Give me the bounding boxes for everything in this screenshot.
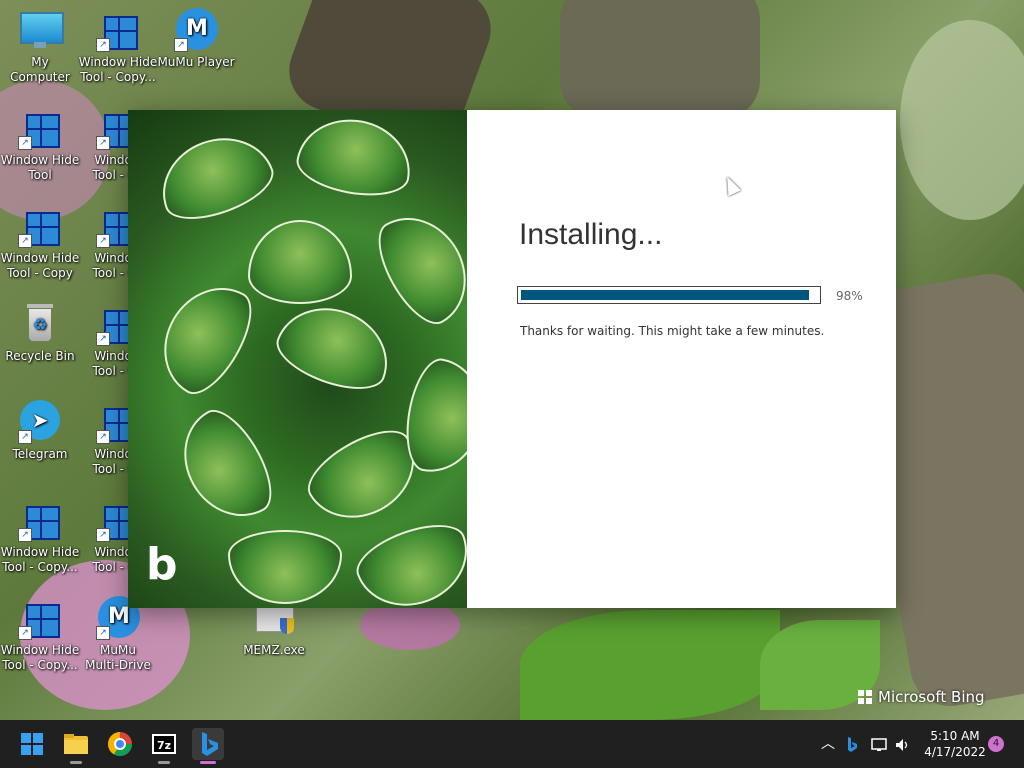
start-button[interactable] <box>16 728 48 760</box>
desktop-icon-window-hide-tool[interactable]: ↗ Window Hide Tool <box>0 106 80 183</box>
tray-network[interactable] <box>868 720 890 768</box>
taskbar-file-explorer[interactable] <box>60 728 92 764</box>
shortcut-arrow-icon: ↗ <box>96 38 110 52</box>
taskbar-clock[interactable]: 5:10 AM 4/17/2022 <box>920 728 990 760</box>
shortcut-arrow-icon: ↗ <box>18 528 32 542</box>
mumu-icon: M ↗ <box>174 8 218 52</box>
chevron-up-icon: ︿ <box>821 736 835 752</box>
svg-text:7z: 7z <box>157 739 171 752</box>
active-indicator <box>200 761 216 764</box>
shortcut-arrow-icon: ↗ <box>18 430 32 444</box>
desktop-icon-window-hide-tool-copy-7[interactable]: ↗ Window Hide Tool - Copy... <box>0 498 80 575</box>
taskbar-chrome[interactable] <box>104 728 136 760</box>
desktop-icon-window-hide-tool-copy-9[interactable]: ↗ Window Hide Tool - Copy... <box>0 596 80 673</box>
running-indicator <box>70 761 82 764</box>
taskbar: 7z ︿ 5:10 AM 4/17/2022 <box>0 720 1024 768</box>
chrome-icon <box>108 732 132 757</box>
install-title: Installing... <box>519 218 663 251</box>
microsoft-logo-icon <box>858 690 872 704</box>
install-message: Thanks for waiting. This might take a fe… <box>520 324 825 338</box>
desktop-icon-my-computer[interactable]: My Computer <box>0 8 80 85</box>
shortcut-arrow-icon: ↗ <box>96 234 110 248</box>
speaker-icon <box>896 738 908 751</box>
desktop-icon-mumu-player[interactable]: M ↗ MuMu Player <box>156 8 236 70</box>
tray-volume[interactable] <box>892 720 914 768</box>
desktop-icon-window-hide-tool-copy-3[interactable]: ↗ Window Hide Tool - Copy <box>0 204 80 281</box>
pinwheel-icon: ↗ <box>18 596 62 640</box>
installer-content: Installing... 98% Thanks for waiting. Th… <box>467 110 896 608</box>
shortcut-arrow-icon: ↗ <box>96 626 110 640</box>
notification-badge[interactable]: 4 <box>988 736 1004 752</box>
running-indicator <box>158 761 170 764</box>
tray-bing[interactable] <box>842 720 862 768</box>
shortcut-arrow-icon: ↗ <box>174 38 188 52</box>
show-hidden-icons-button[interactable]: ︿ <box>818 720 838 768</box>
shortcut-arrow-icon: ↗ <box>96 332 110 346</box>
pinwheel-icon: ↗ <box>96 8 140 52</box>
bing-tray-icon <box>848 736 857 752</box>
pinwheel-icon: ↗ <box>18 204 62 248</box>
desktop-icon-telegram[interactable]: ➤ ↗ Telegram <box>0 400 80 462</box>
recycle-bin-icon: ♻ <box>18 302 62 346</box>
7zip-icon: 7z <box>152 734 176 754</box>
shortcut-arrow-icon: ↗ <box>96 136 110 150</box>
desktop-icon-recycle-bin[interactable]: ♻ Recycle Bin <box>0 302 80 364</box>
taskbar-7zip[interactable]: 7z <box>148 728 180 764</box>
clock-time: 5:10 AM <box>930 729 980 743</box>
telegram-icon: ➤ ↗ <box>18 400 62 444</box>
wallpaper-brand: Microsoft Bing <box>858 688 985 706</box>
bing-icon <box>202 732 218 756</box>
monitor-icon <box>18 8 64 52</box>
windows-start-icon <box>21 733 43 755</box>
hero-image: b <box>128 110 467 608</box>
network-icon <box>871 737 887 751</box>
pinwheel-icon: ↗ <box>18 106 62 150</box>
taskbar-bing-installer[interactable] <box>192 728 224 764</box>
clock-date: 4/17/2022 <box>924 745 986 759</box>
shortcut-arrow-icon: ↗ <box>18 136 32 150</box>
shortcut-arrow-icon: ↗ <box>18 626 32 640</box>
install-progress-fill <box>521 290 809 300</box>
desktop-icon-window-hide-tool-copy[interactable]: ↗ Window Hide Tool - Copy... <box>78 8 158 85</box>
install-progress-percent: 98% <box>836 289 863 303</box>
shortcut-arrow-icon: ↗ <box>96 528 110 542</box>
bing-logo: b <box>146 539 178 590</box>
shortcut-arrow-icon: ↗ <box>18 234 32 248</box>
pinwheel-icon: ↗ <box>18 498 62 542</box>
install-progress-bar <box>517 286 821 304</box>
file-explorer-icon <box>64 734 88 754</box>
shortcut-arrow-icon: ↗ <box>96 430 110 444</box>
installer-window: b Installing... 98% Thanks for waiting. … <box>128 110 896 608</box>
